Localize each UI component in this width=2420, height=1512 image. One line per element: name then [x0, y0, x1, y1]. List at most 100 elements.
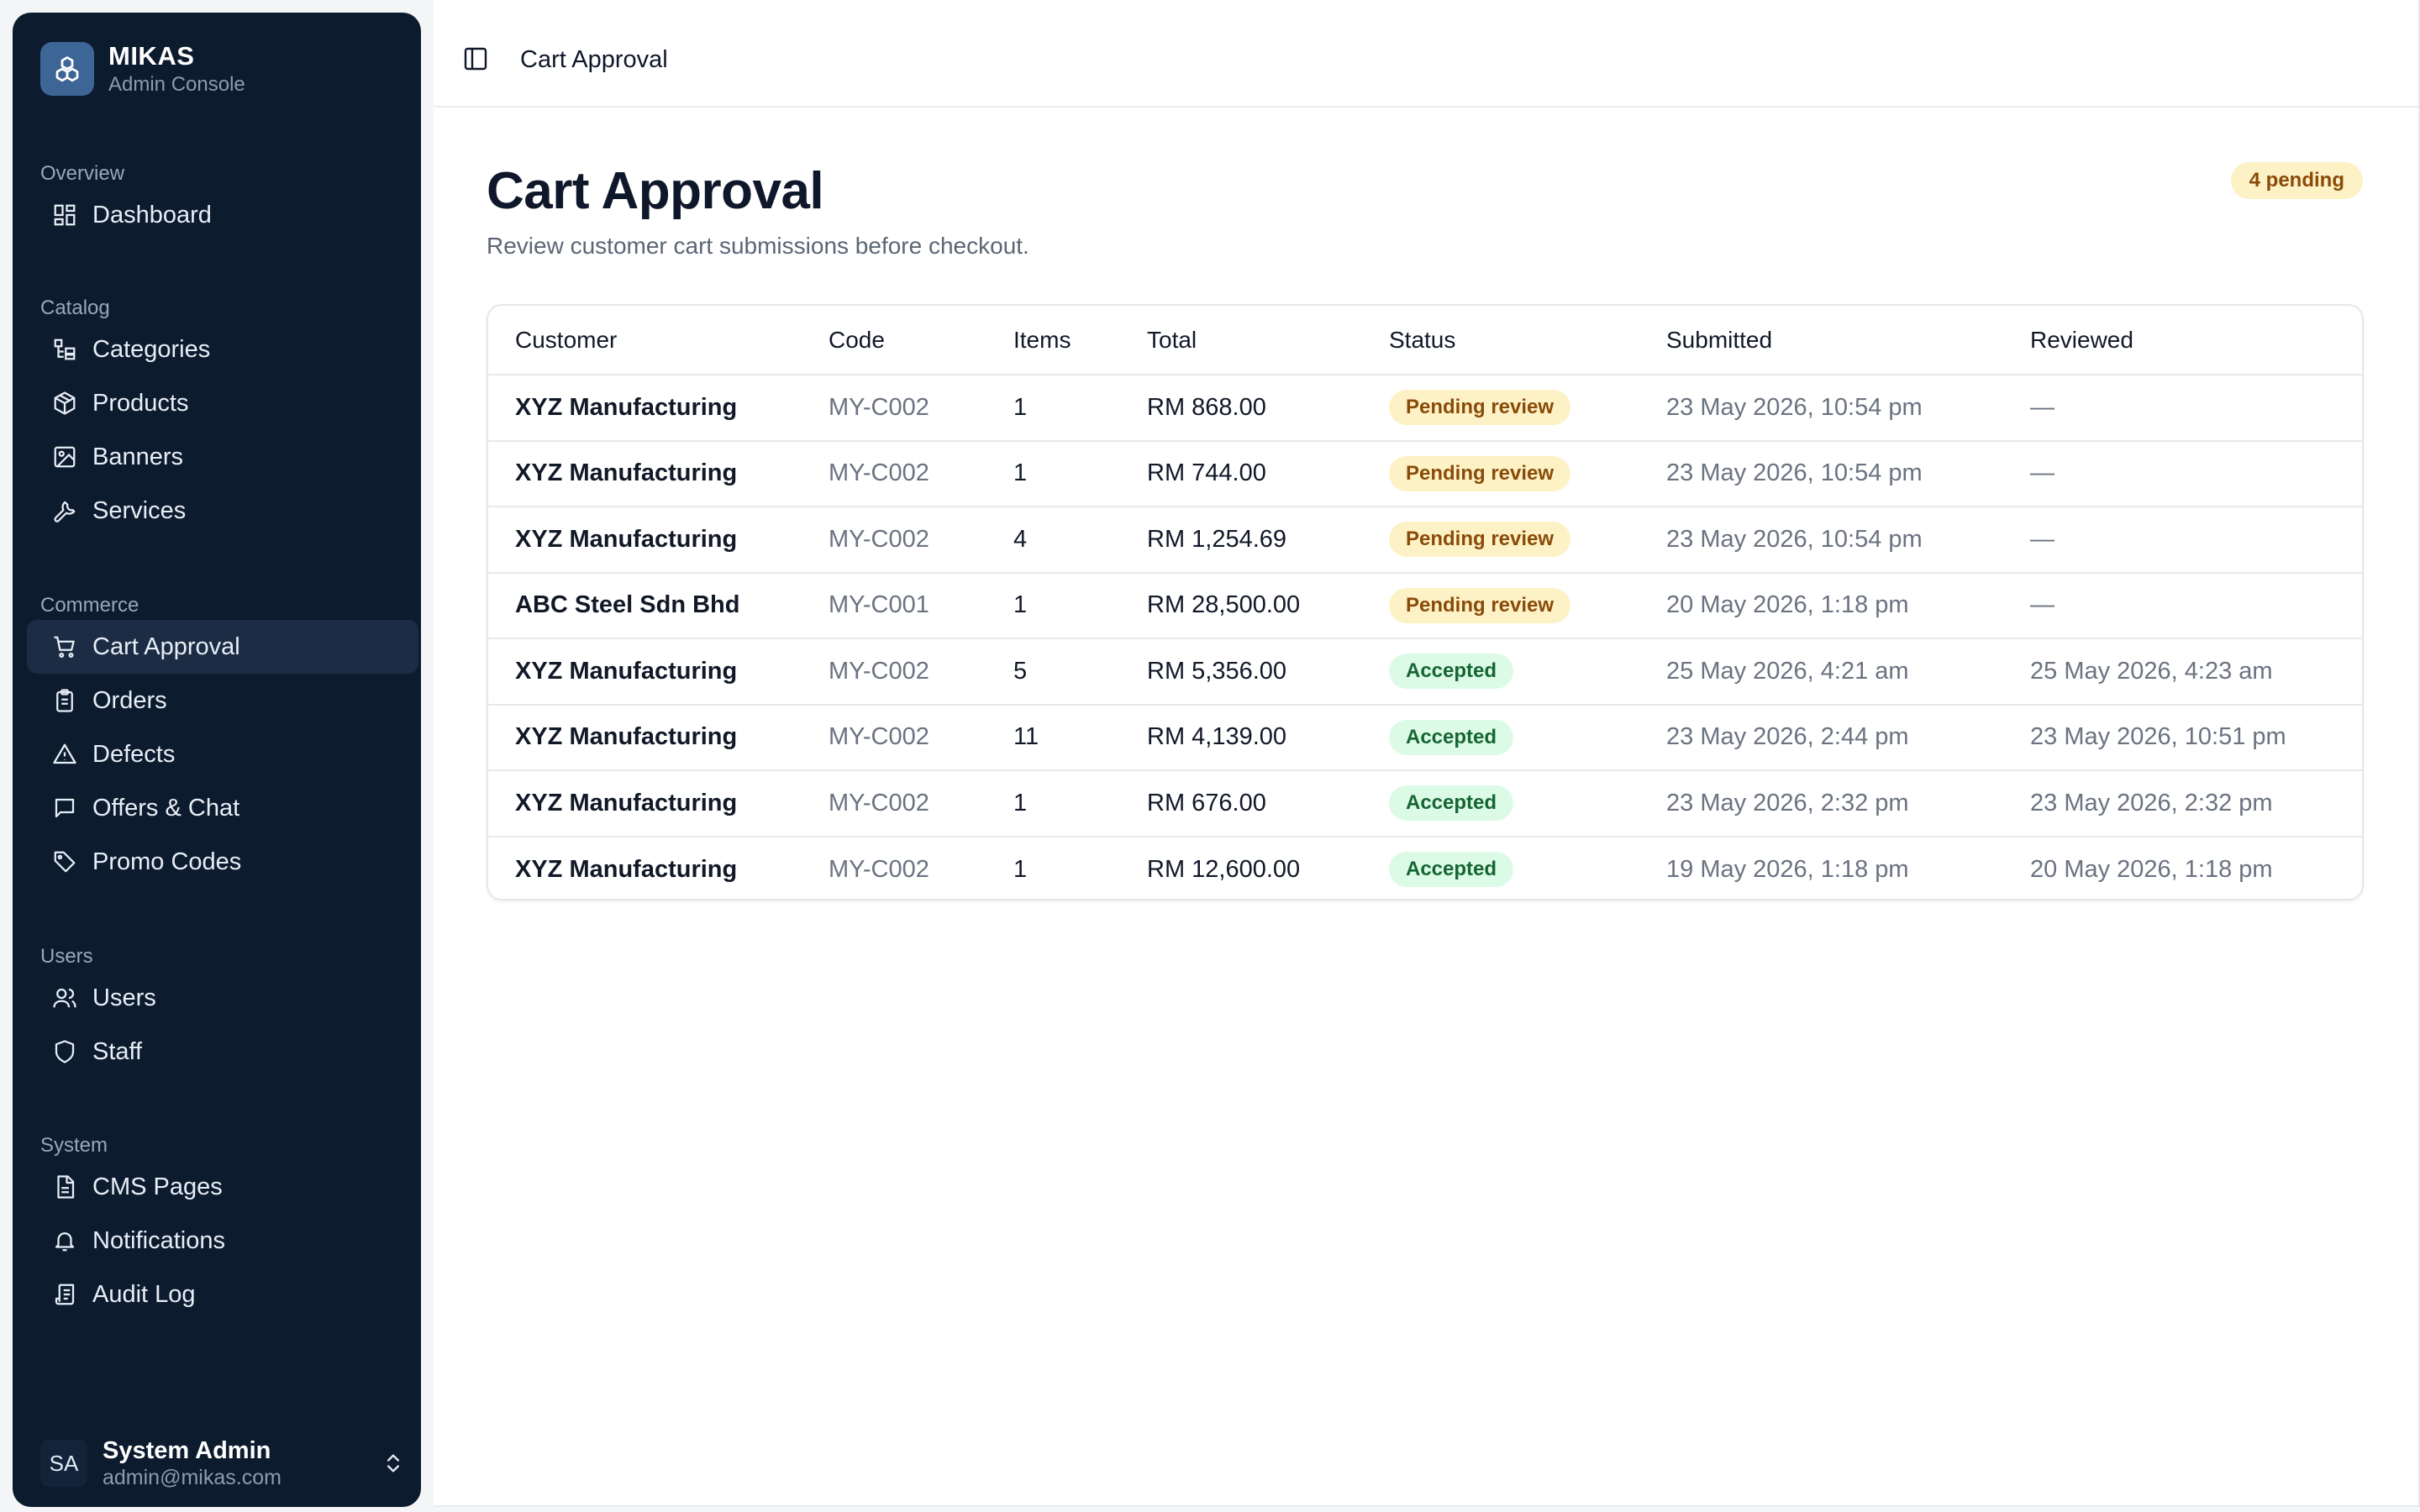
cell-items: 5: [1013, 657, 1028, 685]
sidebar-item-services[interactable]: Services: [27, 484, 418, 538]
status-badge: Accepted: [1389, 719, 1514, 755]
cell-customer: ABC Steel Sdn Bhd: [515, 591, 740, 619]
user-email: admin@mikas.com: [103, 1466, 281, 1489]
bell-icon: [55, 1232, 75, 1252]
section-commerce: Commerce: [40, 594, 139, 617]
cell-submitted: 23 May 2026, 2:44 pm: [1666, 723, 1909, 751]
brand[interactable]: MIKAS Admin Console: [40, 40, 245, 97]
sidebar-item-label: Offers & Chat: [92, 794, 240, 822]
cell-items: 1: [1013, 393, 1028, 421]
page-subtitle: Review customer cart submissions before …: [487, 233, 1029, 259]
cell-items: 1: [1013, 459, 1028, 487]
pending-count-badge: 4 pending: [2230, 162, 2363, 199]
table-row[interactable]: XYZ Manufacturing MY-C002 1 RM 676.00 Ac…: [488, 770, 2362, 837]
section-overview: Overview: [40, 162, 125, 185]
cell-code: MY-C002: [829, 723, 929, 751]
status-badge: Accepted: [1389, 654, 1514, 690]
sidebar-item-defects[interactable]: Defects: [27, 727, 418, 781]
cell-submitted: 23 May 2026, 2:32 pm: [1666, 789, 1909, 816]
section-catalog: Catalog: [40, 297, 110, 319]
cell-submitted: 23 May 2026, 10:54 pm: [1666, 459, 1923, 487]
sidebar-item-promo-codes[interactable]: Promo Codes: [27, 835, 418, 889]
column-header-submitted: Submitted: [1666, 326, 1773, 353]
cell-reviewed: 23 May 2026, 10:51 pm: [2030, 723, 2286, 751]
app-window: MIKAS Admin Console Overview Dashboard C…: [0, 0, 2420, 1512]
cell-reviewed: —: [2030, 591, 2054, 619]
sidebar: MIKAS Admin Console Overview Dashboard C…: [13, 13, 421, 1507]
status-badge: Pending review: [1389, 455, 1571, 491]
cell-status: Accepted: [1362, 770, 1639, 837]
cell-submitted: 25 May 2026, 4:21 am: [1666, 657, 1909, 685]
sidebar-item-label: Audit Log: [92, 1280, 196, 1308]
section-system: System: [40, 1134, 108, 1157]
sidebar-item-categories[interactable]: Categories: [27, 323, 418, 376]
sidebar-item-dashboard[interactable]: Dashboard: [27, 188, 418, 242]
cell-items: 1: [1013, 855, 1028, 883]
table-row[interactable]: XYZ Manufacturing MY-C002 1 RM 12,600.00…: [488, 836, 2362, 900]
cell-submitted: 20 May 2026, 1:18 pm: [1666, 591, 1909, 619]
table-row[interactable]: XYZ Manufacturing MY-C002 5 RM 5,356.00 …: [488, 638, 2362, 705]
column-header-code: Code: [829, 326, 885, 353]
cell-code: MY-C001: [829, 591, 929, 619]
sidebar-item-label: Orders: [92, 686, 167, 714]
cell-reviewed: 23 May 2026, 2:32 pm: [2030, 789, 2273, 816]
chat-icon: [55, 798, 75, 818]
sidebar-item-users[interactable]: Users: [27, 971, 418, 1025]
sidebar-item-cms-pages[interactable]: CMS Pages: [27, 1160, 418, 1214]
cell-total: RM 28,500.00: [1147, 591, 1301, 619]
cell-customer: XYZ Manufacturing: [515, 657, 738, 685]
sidebar-item-notifications[interactable]: Notifications: [27, 1214, 418, 1268]
table-row[interactable]: XYZ Manufacturing MY-C002 1 RM 744.00 Pe…: [488, 440, 2362, 507]
sidebar-item-label: Banners: [92, 443, 184, 470]
chevron-up-down-icon[interactable]: [381, 1452, 405, 1475]
sidebar-item-products[interactable]: Products: [27, 376, 418, 430]
cell-customer: XYZ Manufacturing: [515, 459, 738, 487]
table-row[interactable]: ABC Steel Sdn Bhd MY-C001 1 RM 28,500.00…: [488, 572, 2362, 639]
status-badge: Pending review: [1389, 522, 1571, 558]
cart-approval-table: Customer Code Items Total Status Submitt…: [487, 304, 2364, 900]
cell-total: RM 868.00: [1147, 393, 1266, 421]
brand-logo-icon: [40, 42, 94, 96]
cell-items: 4: [1013, 525, 1028, 553]
sidebar-item-orders[interactable]: Orders: [27, 674, 418, 727]
cell-customer: XYZ Manufacturing: [515, 789, 738, 816]
cell-status: Pending review: [1362, 441, 1639, 507]
status-badge: Accepted: [1389, 785, 1514, 822]
cell-reviewed: —: [2030, 525, 2054, 553]
cell-code: MY-C002: [829, 657, 929, 685]
cell-total: RM 5,356.00: [1147, 657, 1287, 685]
cell-total: RM 4,139.00: [1147, 723, 1287, 751]
status-badge: Pending review: [1389, 587, 1571, 623]
sidebar-item-cart-approval[interactable]: Cart Approval: [27, 620, 418, 674]
cell-code: MY-C002: [829, 525, 929, 553]
sidebar-item-label: CMS Pages: [92, 1173, 223, 1200]
sidebar-item-staff[interactable]: Staff: [27, 1025, 418, 1079]
sidebar-toggle-icon[interactable]: [462, 45, 489, 72]
audit-log-icon: [55, 1284, 75, 1305]
cart-icon: [54, 636, 75, 658]
page-title: Cart Approval: [487, 162, 824, 220]
section-users: Users: [40, 945, 93, 968]
status-badge: Pending review: [1389, 390, 1571, 426]
sidebar-item-audit-log[interactable]: Audit Log: [27, 1268, 418, 1321]
cell-total: RM 1,254.69: [1147, 525, 1287, 553]
cell-total: RM 12,600.00: [1147, 855, 1301, 883]
sidebar-item-banners[interactable]: Banners: [27, 430, 418, 484]
cell-code: MY-C002: [829, 393, 929, 421]
cell-status: Pending review: [1362, 507, 1639, 573]
dashboard-icon: [54, 204, 76, 226]
tag-icon: [54, 851, 76, 873]
image-icon: [54, 446, 76, 468]
cell-reviewed: —: [2030, 459, 2054, 487]
table-row[interactable]: XYZ Manufacturing MY-C002 11 RM 4,139.00…: [488, 704, 2362, 771]
user-menu[interactable]: SA System Admin admin@mikas.com: [40, 1432, 405, 1494]
sidebar-item-offers-chat[interactable]: Offers & Chat: [27, 781, 418, 835]
column-header-customer: Customer: [515, 326, 618, 353]
table-row[interactable]: XYZ Manufacturing MY-C002 1 RM 868.00 Pe…: [488, 375, 2362, 441]
cell-code: MY-C002: [829, 789, 929, 816]
cell-reviewed: —: [2030, 393, 2054, 421]
table-row[interactable]: XYZ Manufacturing MY-C002 4 RM 1,254.69 …: [488, 507, 2362, 573]
sidebar-item-label: Dashboard: [92, 201, 212, 228]
cell-status: Pending review: [1362, 375, 1639, 441]
column-header-reviewed: Reviewed: [2030, 326, 2133, 353]
